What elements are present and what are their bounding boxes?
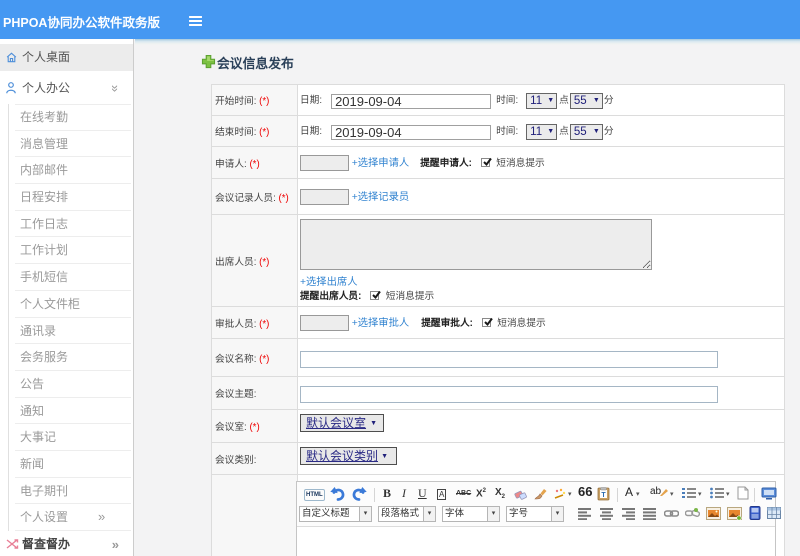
svg-text:T: T — [601, 492, 606, 499]
